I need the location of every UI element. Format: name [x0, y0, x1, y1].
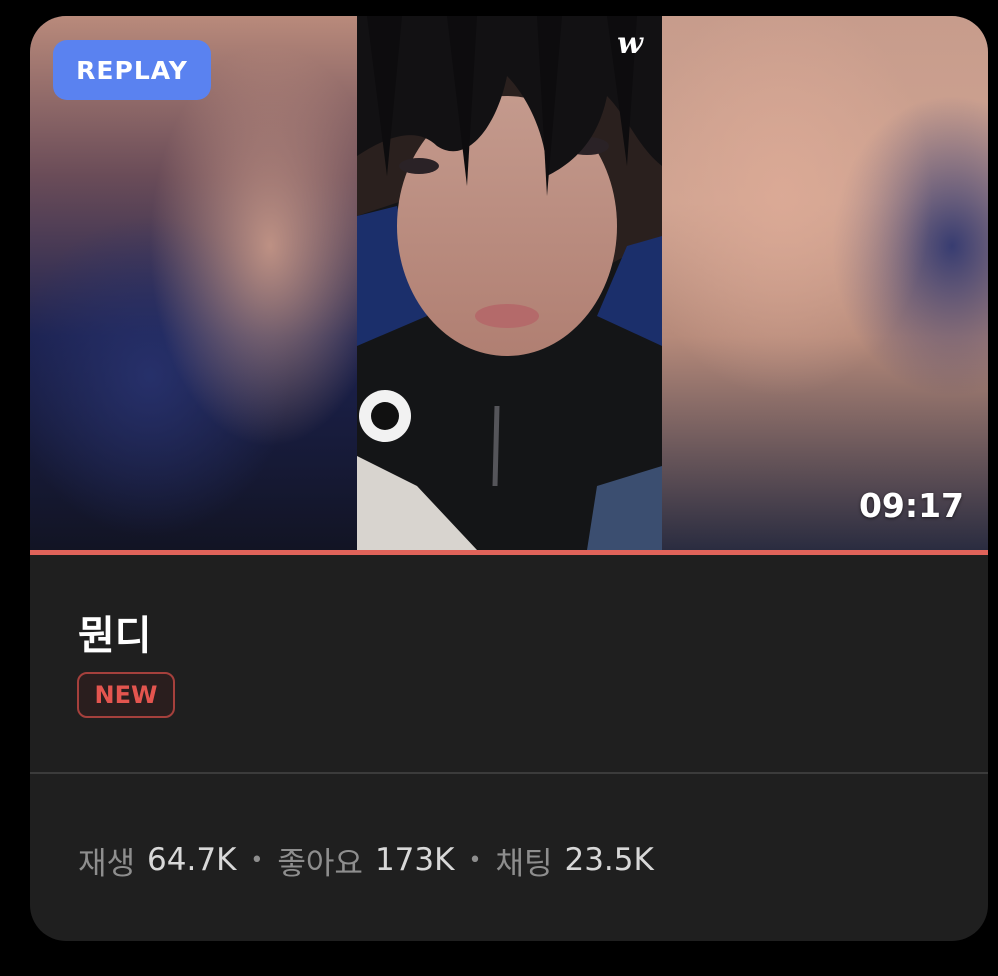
new-badge: NEW [77, 672, 175, 718]
replay-badge: REPLAY [53, 40, 211, 100]
progress-bar [30, 550, 988, 555]
separator-dot: • [250, 847, 264, 873]
thumbnail-blur-right [662, 16, 988, 550]
progress-bar-fill [30, 550, 988, 555]
plays-value: 64.7K [147, 842, 237, 878]
weverse-logo-icon: w [617, 26, 643, 61]
video-frame [357, 16, 662, 550]
video-frame-image [357, 16, 662, 550]
video-thumbnail[interactable]: REPLAY w 09:17 [30, 16, 988, 550]
chats-value: 23.5K [564, 842, 654, 878]
post-title: 뭔디 [78, 613, 152, 659]
likes-label: 좋아요 [277, 845, 363, 882]
chats-label: 채팅 [495, 845, 553, 882]
video-duration: 09:17 [858, 486, 964, 525]
plays-label: 재생 [78, 845, 136, 882]
likes-value: 173K [374, 842, 455, 878]
separator-dot: • [468, 847, 482, 873]
video-card[interactable]: REPLAY w 09:17 뭔디 NEW 재생 64.7K • 좋아요 173… [30, 16, 988, 941]
divider [30, 772, 988, 774]
stats-row: 재생 64.7K • 좋아요 173K • 채팅 23.5K [78, 838, 654, 882]
